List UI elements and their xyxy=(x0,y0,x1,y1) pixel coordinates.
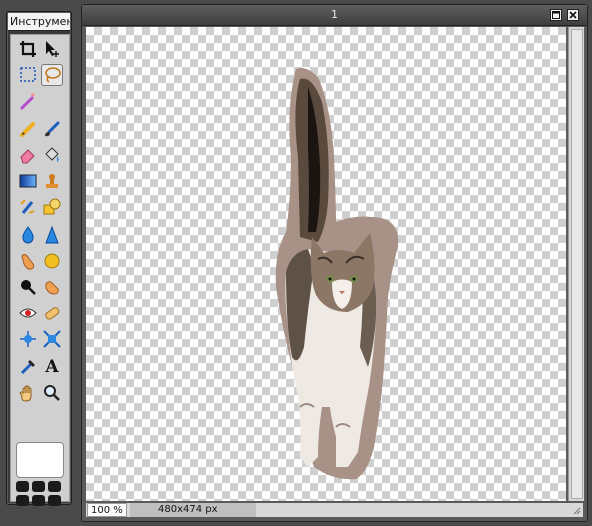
grid-dot xyxy=(48,481,61,492)
dodge-tool[interactable] xyxy=(41,276,63,298)
pinch-icon xyxy=(43,330,61,348)
vertical-scrollbar[interactable] xyxy=(568,27,584,501)
color-replace-tool[interactable] xyxy=(17,196,39,218)
scrollbar-thumb[interactable] xyxy=(571,29,583,499)
grid-dot xyxy=(16,481,29,492)
lasso-icon xyxy=(45,67,61,83)
maximize-icon xyxy=(552,11,560,19)
magic-wand-tool[interactable] xyxy=(17,90,39,112)
shape-icon xyxy=(43,198,61,215)
close-button[interactable] xyxy=(567,9,579,21)
document-window: 1 100 % 480x474 px xyxy=(81,4,588,522)
red-eye-tool[interactable] xyxy=(17,302,39,324)
grid-dot xyxy=(16,495,29,506)
marquee-select-icon xyxy=(20,67,36,82)
color-picker-tool[interactable] xyxy=(17,356,39,378)
image-canvas[interactable] xyxy=(86,27,566,501)
zoom-tool[interactable] xyxy=(41,382,63,404)
move-arrow-icon xyxy=(46,41,59,57)
dodge-icon xyxy=(45,281,59,295)
crop-icon xyxy=(20,41,36,57)
brush-icon xyxy=(45,121,60,137)
close-icon xyxy=(569,11,577,19)
lasso-tool[interactable] xyxy=(41,64,63,86)
magnifier-icon xyxy=(44,385,60,401)
image-size: 480x474 px xyxy=(130,503,256,517)
bandage-icon xyxy=(45,307,60,320)
red-eye-icon xyxy=(19,308,37,318)
status-bar: 100 % 480x474 px xyxy=(86,503,583,517)
marquee-tool[interactable] xyxy=(17,64,39,86)
smudge-tool[interactable] xyxy=(17,250,39,272)
resize-grip-icon[interactable] xyxy=(571,505,581,515)
sharpen-tool[interactable] xyxy=(41,224,63,246)
bloat-tool[interactable] xyxy=(17,328,39,350)
blur-drop-icon xyxy=(22,226,34,244)
grid-dot xyxy=(48,495,61,506)
move-tool[interactable] xyxy=(41,38,63,60)
sponge-icon xyxy=(44,253,60,269)
burn-icon xyxy=(21,280,36,295)
paint-bucket-icon xyxy=(45,147,59,162)
hand-icon xyxy=(19,385,32,402)
tools-panel: Инструмент xyxy=(6,11,72,506)
fill-tool[interactable] xyxy=(41,144,63,166)
cat-cutout-image xyxy=(275,68,399,480)
sponge-tool[interactable] xyxy=(41,250,63,272)
gradient-tool[interactable] xyxy=(17,170,39,192)
stamp-tool[interactable] xyxy=(41,170,63,192)
smudge-finger-icon xyxy=(21,254,35,270)
pencil-tool[interactable] xyxy=(17,118,39,140)
pencil-icon xyxy=(20,122,35,137)
grid-dot xyxy=(32,495,45,506)
text-tool[interactable]: A xyxy=(41,356,63,378)
spot-heal-tool[interactable] xyxy=(41,302,63,324)
eraser-icon xyxy=(20,149,35,164)
tools-panel-title: Инструмент xyxy=(8,13,70,31)
document-title: 1 xyxy=(331,8,338,21)
text-icon: A xyxy=(45,357,59,377)
magic-wand-icon xyxy=(20,93,35,110)
eyedropper-icon xyxy=(20,360,35,375)
brush-tool[interactable] xyxy=(41,118,63,140)
maximize-button[interactable] xyxy=(550,9,562,21)
bloat-icon xyxy=(20,331,36,347)
shape-tool[interactable] xyxy=(41,196,63,218)
tools-grid: A xyxy=(10,34,70,506)
document-titlebar[interactable]: 1 xyxy=(82,5,587,26)
crop-tool[interactable] xyxy=(17,38,39,60)
color-replace-icon xyxy=(20,199,35,214)
eraser-tool[interactable] xyxy=(17,144,39,166)
clone-stamp-icon xyxy=(46,174,58,188)
pinch-tool[interactable] xyxy=(41,328,63,350)
hand-tool[interactable] xyxy=(17,382,39,404)
sharpen-icon xyxy=(45,226,59,244)
zoom-level[interactable]: 100 % xyxy=(87,503,127,517)
blur-tool[interactable] xyxy=(17,224,39,246)
grid-dot xyxy=(32,481,45,492)
foreground-color-swatch[interactable] xyxy=(16,442,64,478)
burn-tool[interactable] xyxy=(17,276,39,298)
gradient-icon xyxy=(19,174,37,188)
